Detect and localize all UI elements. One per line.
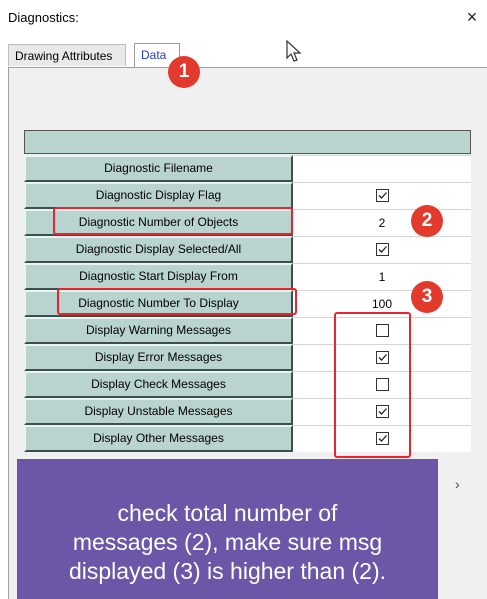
annotation-badge-1: 1 [168, 56, 200, 88]
property-row: Diagnostic Display Flag [24, 182, 471, 209]
property-label: Diagnostic Filename [24, 155, 293, 182]
checked-checkbox[interactable] [375, 189, 389, 203]
highlight-box-message-checkboxes [334, 312, 411, 458]
property-value-input[interactable] [293, 155, 471, 182]
property-row: Diagnostic Start Display From 1 [24, 263, 471, 290]
property-label: Diagnostic Start Display From [24, 263, 293, 290]
annotation-badge-3: 3 [411, 281, 443, 313]
property-value-input[interactable]: 2 [293, 209, 471, 236]
window-title: Diagnostics: [8, 10, 79, 25]
note-line: check total number of [117, 500, 338, 526]
chevron-right-icon[interactable]: › [455, 476, 460, 492]
property-label: Display Warning Messages [24, 317, 293, 344]
tab-strip: Drawing Attributes Data [8, 43, 487, 68]
checked-checkbox[interactable] [375, 243, 389, 257]
property-label: Diagnostic Display Flag [24, 182, 293, 209]
note-line: displayed (3) is higher than (2). [68, 558, 387, 584]
property-label: Diagnostic Display Selected/All [24, 236, 293, 263]
property-label: Display Unstable Messages [24, 398, 293, 425]
highlight-box-number-to-display [57, 288, 297, 315]
grid-header [24, 130, 471, 154]
property-row: Diagnostic Filename [24, 155, 471, 182]
note-line: messages (2), make sure msg [72, 529, 383, 555]
title-bar: Diagnostics: × [0, 0, 487, 36]
highlight-box-number-of-objects [53, 207, 293, 235]
property-value-cell [293, 236, 471, 263]
property-label: Display Error Messages [24, 344, 293, 371]
property-row: Diagnostic Display Selected/All [24, 236, 471, 263]
property-value-input[interactable]: 1 [293, 263, 471, 290]
close-button[interactable]: × [462, 5, 482, 29]
tab-drawing-attributes[interactable]: Drawing Attributes [8, 44, 126, 66]
annotation-note: check total number of messages (2), make… [17, 459, 438, 599]
property-label: Display Check Messages [24, 371, 293, 398]
property-label: Display Other Messages [24, 425, 293, 452]
annotation-badge-2: 2 [411, 205, 443, 237]
property-value-cell [293, 182, 471, 209]
